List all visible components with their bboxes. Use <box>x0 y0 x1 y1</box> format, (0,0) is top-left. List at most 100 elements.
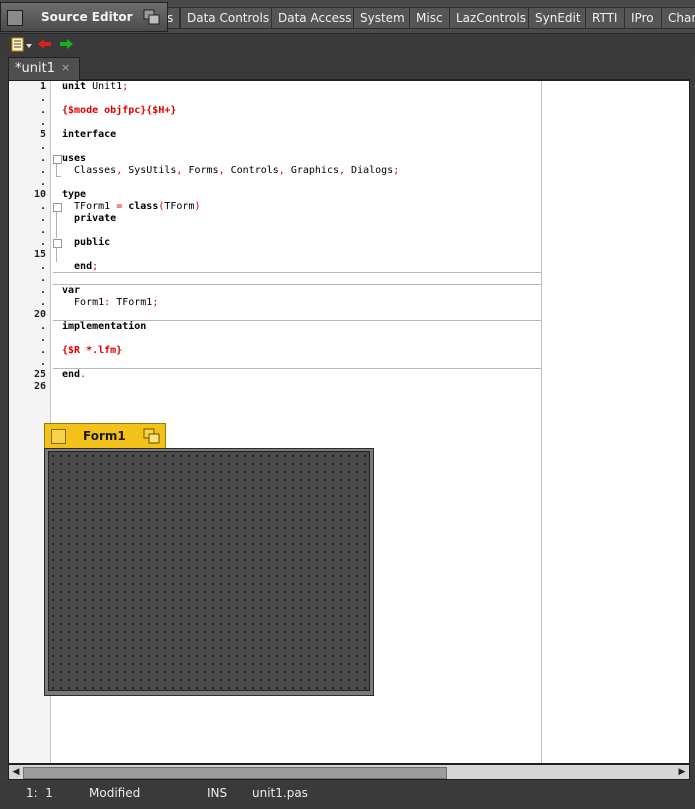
form-dock-icon[interactable] <box>143 428 161 444</box>
form1-design-surface[interactable] <box>48 451 370 691</box>
code-line: var <box>62 285 80 297</box>
window-menu-icon[interactable] <box>7 10 23 26</box>
code-token: . <box>80 369 87 380</box>
code-token: var <box>62 285 81 296</box>
section-divider <box>53 272 541 273</box>
line-number: . <box>39 273 46 284</box>
right-margin-line <box>541 81 542 763</box>
fold-guide <box>56 164 57 176</box>
code-line: unit Unit1; <box>62 81 128 93</box>
line-number: . <box>39 165 46 176</box>
palette-tab[interactable]: SynEdit <box>528 7 588 29</box>
code-token: ) <box>194 201 201 212</box>
horizontal-scrollbar[interactable]: ◀ ▶ <box>8 764 690 780</box>
code-token: ; <box>152 297 159 308</box>
editor-toolbar <box>0 34 695 56</box>
cursor-position: 1: 1 <box>26 786 53 800</box>
code-token: type <box>62 189 87 200</box>
code-line: private <box>62 213 116 225</box>
palette-tab[interactable]: Data Access <box>271 7 359 29</box>
line-number: . <box>39 357 46 368</box>
fold-guide <box>56 176 61 177</box>
code-token: uses <box>62 153 87 164</box>
code-token: Forms <box>182 165 219 176</box>
line-number: . <box>39 225 46 236</box>
code-token: end <box>62 369 81 380</box>
form-menu-icon[interactable] <box>51 429 66 444</box>
code-line: Form1: TForm1; <box>62 297 158 309</box>
code-token: interface <box>62 129 117 140</box>
section-divider <box>53 368 541 369</box>
back-arrow-icon[interactable] <box>37 37 53 51</box>
fold-guide <box>56 248 57 262</box>
code-line: interface <box>62 129 116 141</box>
line-number: 25 <box>33 369 46 380</box>
code-token: Classes <box>62 165 117 176</box>
line-number: . <box>39 177 46 188</box>
line-number: . <box>39 93 46 104</box>
code-line: Classes, SysUtils, Forms, Controls, Grap… <box>62 165 399 177</box>
source-editor-titlebar[interactable]: Source Editor <box>0 2 168 32</box>
line-number: 20 <box>33 309 46 320</box>
line-number: . <box>39 105 46 116</box>
section-divider <box>53 284 541 285</box>
line-number: 10 <box>33 189 46 200</box>
code-token: SysUtils <box>122 165 177 176</box>
code-token: public <box>62 237 111 248</box>
code-line: {$R *.lfm} <box>62 345 122 357</box>
code-token: implementation <box>62 321 147 332</box>
line-number: . <box>39 321 46 332</box>
form-title: Form1 <box>83 429 126 443</box>
line-number: 5 <box>39 129 46 140</box>
line-number: . <box>39 285 46 296</box>
section-divider <box>53 320 541 321</box>
code-line: end. <box>62 369 86 381</box>
window-title: Source Editor <box>41 10 133 24</box>
fold-toggle-icon[interactable] <box>53 155 62 164</box>
status-bar: 1: 1 Modified INS unit1.pas <box>0 781 695 809</box>
line-number: . <box>39 141 46 152</box>
palette-tab[interactable]: Data Controls <box>180 7 277 29</box>
fold-guide <box>56 212 57 238</box>
palette-tab[interactable]: RTTI <box>585 7 626 29</box>
code-token: TForm1 <box>62 201 117 212</box>
fold-toggle-icon[interactable] <box>53 239 62 248</box>
line-number: 15 <box>33 249 46 260</box>
forward-arrow-icon[interactable] <box>58 37 74 51</box>
code-token: {$R *.lfm} <box>62 345 123 356</box>
tab-unit1-label: *unit1 <box>15 61 55 76</box>
scroll-right-icon[interactable]: ▶ <box>676 766 688 778</box>
code-token: {$mode objfpc}{$H+} <box>62 105 177 116</box>
code-token: ; <box>393 165 400 176</box>
palette-tab[interactable]: System <box>353 7 412 29</box>
tab-unit1[interactable]: *unit1 × <box>8 57 80 80</box>
modified-status: Modified <box>89 786 141 800</box>
scroll-left-icon[interactable]: ◀ <box>10 766 22 778</box>
code-token: private <box>62 213 117 224</box>
code-line: implementation <box>62 321 146 333</box>
code-token: ; <box>122 81 129 92</box>
palette-tab[interactable]: Char <box>661 7 695 29</box>
scroll-thumb[interactable] <box>23 767 447 779</box>
tab-close-icon[interactable]: × <box>61 61 70 74</box>
document-list-icon[interactable] <box>11 37 33 53</box>
code-line: type <box>62 189 86 201</box>
palette-tab[interactable]: LazControls <box>449 7 533 29</box>
code-token: TForm1 <box>110 297 153 308</box>
palette-tab[interactable]: Misc <box>409 7 451 29</box>
palette-tab[interactable]: IPro <box>624 7 663 29</box>
form1-titlebar[interactable]: Form1 <box>44 423 166 449</box>
code-token: Form1 <box>62 297 105 308</box>
line-number: . <box>39 237 46 248</box>
dock-icon[interactable] <box>143 9 161 25</box>
line-number: . <box>39 261 46 272</box>
fold-toggle-icon[interactable] <box>53 203 62 212</box>
code-token: ; <box>92 261 99 272</box>
line-number: . <box>39 213 46 224</box>
line-number: 1 <box>39 81 46 92</box>
editor-tab-strip <box>8 56 690 80</box>
insert-mode: INS <box>207 786 228 800</box>
file-name: unit1.pas <box>252 786 308 800</box>
line-number: . <box>39 333 46 344</box>
line-number: . <box>39 297 46 308</box>
